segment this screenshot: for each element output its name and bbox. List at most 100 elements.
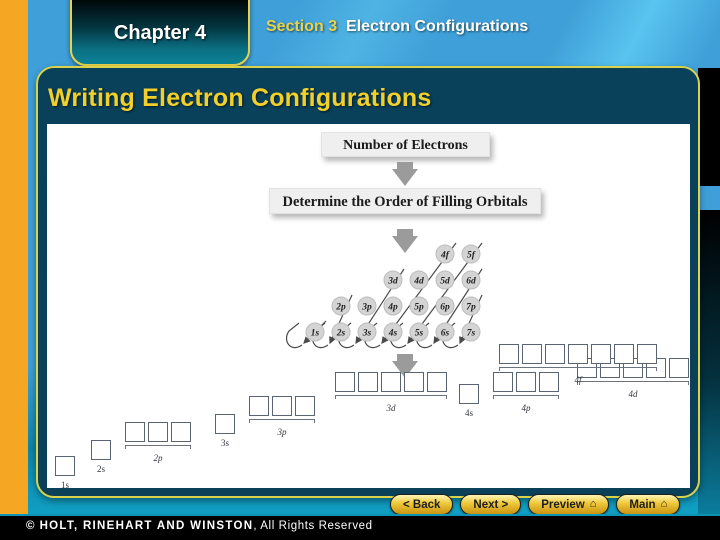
publisher-name: HOLT, RINEHART AND WINSTON (39, 520, 254, 532)
orbital-cell (295, 396, 315, 416)
left-edge-orange-bar (0, 0, 28, 516)
orbital-node-5p: 5p (414, 302, 424, 312)
orbital-group-3d: 3d (335, 372, 447, 413)
orbital-node-1s: 1s (311, 328, 320, 338)
orbital-box-diagram: 1s 2s 2p 3s 3p 3d 4s 4p 4d 4f (47, 344, 690, 488)
orbital-group-3s: 3s (215, 414, 235, 448)
copyright-symbol: © (26, 520, 36, 532)
orbital-group-label: 3s (220, 438, 229, 448)
orbital-group-1s: 1s (55, 456, 75, 488)
orbital-cell (404, 372, 424, 392)
main-button-label: Main (629, 498, 656, 511)
orbital-cell (427, 372, 447, 392)
orbital-cells (459, 384, 479, 404)
flowchart-step-determine-order: Determine the Order of Filling Orbitals (269, 188, 541, 214)
home-icon: ⌂ (589, 498, 597, 510)
orbital-cell (568, 344, 588, 364)
orbital-group-label: 1s (60, 480, 69, 488)
main-button[interactable]: Main ⌂ (616, 494, 681, 515)
section-number: Section 3 (266, 18, 338, 35)
orbital-cells (215, 414, 235, 434)
orbital-node-4f: 4f (440, 250, 450, 260)
orbital-node-7p: 7p (466, 302, 476, 312)
flowchart-arrow-1-icon (392, 169, 418, 186)
orbital-cell (125, 422, 145, 442)
orbital-cell (249, 396, 269, 416)
copyright-notice: © HOLT, RINEHART AND WINSTON, All Rights… (26, 520, 373, 532)
orbital-cells (55, 456, 75, 476)
orbital-cell (459, 384, 479, 404)
orbital-group-2p: 2p (125, 422, 191, 463)
orbital-node-3d: 3d (387, 276, 398, 286)
next-button-label: Next > (473, 498, 509, 511)
right-edge-black-upper (698, 68, 720, 186)
orbital-brace (125, 445, 191, 452)
section-title: Electron Configurations (346, 18, 529, 35)
orbital-group-label: 2s (96, 464, 105, 474)
orbital-cell (499, 344, 519, 364)
slide-content-area: Number of Electrons Determine the Order … (47, 124, 690, 488)
home-icon: ⌂ (660, 498, 668, 510)
orbital-cell (272, 396, 292, 416)
rights-text: , All Rights Reserved (253, 520, 373, 532)
orbital-cell (55, 456, 75, 476)
orbital-brace (335, 395, 447, 402)
orbital-node-5f: 5f (467, 250, 476, 260)
presentation-slide: Chapter 4 Section 3 Electron Configurati… (0, 0, 720, 540)
right-edge-blue-strip (698, 186, 720, 210)
orbital-cells (125, 422, 191, 442)
right-edge-black-lower (698, 210, 720, 516)
orbital-group-label: 4d (628, 389, 638, 399)
orbital-brace (499, 367, 657, 374)
footer-bar: © HOLT, RINEHART AND WINSTON, All Rights… (0, 516, 720, 540)
orbital-node-6s: 6s (441, 328, 450, 338)
next-button[interactable]: Next > (460, 494, 522, 515)
back-button-label: < Back (403, 498, 441, 511)
orbital-group-4f: 4f (499, 344, 657, 385)
back-button[interactable]: < Back (390, 494, 454, 515)
orbital-cells (499, 344, 657, 364)
orbital-cell (358, 372, 378, 392)
preview-button[interactable]: Preview ⌂ (528, 494, 610, 515)
chapter-label: Chapter 4 (113, 22, 207, 44)
orbital-group-label: 3d (386, 403, 396, 413)
preview-button-label: Preview (541, 498, 585, 511)
orbital-node-5s: 5s (415, 328, 424, 338)
orbital-cell (614, 344, 634, 364)
navigation-bar: < Back Next > Preview ⌂ Main ⌂ (390, 494, 681, 515)
orbital-cells (91, 440, 111, 460)
orbital-cell (545, 344, 565, 364)
orbital-group-label: 4s (464, 408, 473, 418)
orbital-cell (148, 422, 168, 442)
orbital-cell (669, 358, 689, 378)
orbital-cell (522, 344, 542, 364)
orbital-group-label: 3p (277, 427, 287, 437)
aufbau-diagonal-diagram: 4f 5f 3d 4d 5d 6d 2p 3p 4p 5p 6p 7p 1s 2s 3s 4s 5s 6s 7s (285, 242, 483, 349)
orbital-node-4s: 4s (388, 328, 398, 338)
orbital-node-4d: 4d (413, 276, 424, 286)
orbital-group-label: 4f (574, 375, 582, 385)
orbital-cells (335, 372, 447, 392)
orbital-node-6d: 6d (466, 276, 476, 286)
orbital-cells (249, 396, 315, 416)
orbital-group-label: 2p (153, 453, 163, 463)
slide-title: Writing Electron Configurations (48, 84, 432, 112)
orbital-brace (493, 395, 559, 402)
orbital-node-4p: 4p (387, 302, 398, 312)
flowchart-step-number-of-electrons: Number of Electrons (321, 132, 490, 157)
orbital-group-label: 4p (521, 403, 531, 413)
orbital-node-7s: 7s (467, 328, 476, 338)
orbital-cell (381, 372, 401, 392)
orbital-node-5d: 5d (440, 276, 450, 286)
chapter-tab: Chapter 4 (70, 0, 250, 66)
orbital-cell (637, 344, 657, 364)
orbital-node-2p: 2p (335, 302, 346, 312)
orbital-cell (591, 344, 611, 364)
orbital-group-3p: 3p (249, 396, 315, 437)
orbital-node-3s: 3s (362, 328, 372, 338)
orbital-group-4s: 4s (459, 384, 479, 418)
orbital-cell (335, 372, 355, 392)
orbital-node-3p: 3p (361, 302, 372, 312)
orbital-node-2s: 2s (336, 328, 346, 338)
orbital-cell (215, 414, 235, 434)
